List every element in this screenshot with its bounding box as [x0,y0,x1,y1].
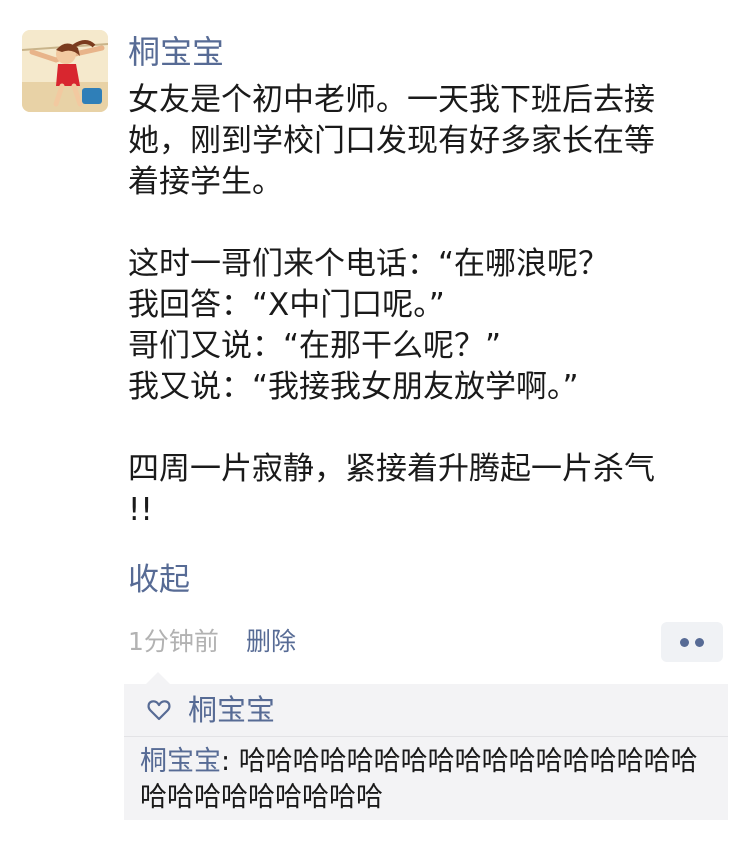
post-text: 女友是个初中老师。一天我下班后去接 她，刚到学校门口发现有好多家长在等 着接学生… [128,80,728,531]
like-user-name[interactable]: 桐宝宝 [188,692,275,728]
post-blank-line [128,203,728,244]
likes-row: 桐宝宝 [124,684,728,736]
more-dots-icon [680,638,689,647]
post-line: 我回答：“X中门口呢。” [128,287,445,323]
post-line: 哥们又说：“在那干么呢？” [128,328,502,364]
post-line: 这时一哥们来个电话：“在哪浪呢？ [128,246,610,282]
post-line: 四周一片寂静，紧接着升腾起一片杀气 [128,451,655,487]
panel-notch [146,672,170,684]
cartoon-girl-avatar-icon [22,30,108,112]
comment-separator: : [221,746,239,777]
post-line: !! [128,492,153,528]
post-line: 女友是个初中老师。一天我下班后去接 [128,82,655,118]
divider [124,736,728,737]
post-timestamp: 1分钟前 [128,627,219,656]
comment-item[interactable]: 桐宝宝: 哈哈哈哈哈哈哈哈哈哈哈哈哈哈哈哈哈哈哈哈哈哈哈哈哈哈 [140,744,720,816]
comment-author[interactable]: 桐宝宝 [140,746,221,777]
more-dots-icon [695,638,704,647]
post-line: 着接学生。 [128,164,283,200]
interaction-panel: 桐宝宝 桐宝宝: 哈哈哈哈哈哈哈哈哈哈哈哈哈哈哈哈哈哈哈哈哈哈哈哈哈哈 [124,672,728,820]
post-line: 我又说：“我接我女朋友放学啊。” [128,369,579,405]
avatar[interactable] [22,30,108,112]
heart-icon [147,700,171,721]
collapse-link[interactable]: 收起 [128,560,190,600]
delete-link[interactable]: 删除 [246,625,296,659]
author-name[interactable]: 桐宝宝 [128,32,224,72]
post-line: 她，刚到学校门口发现有好多家长在等 [128,123,655,159]
more-button[interactable] [661,622,723,662]
post-blank-line [128,408,728,449]
